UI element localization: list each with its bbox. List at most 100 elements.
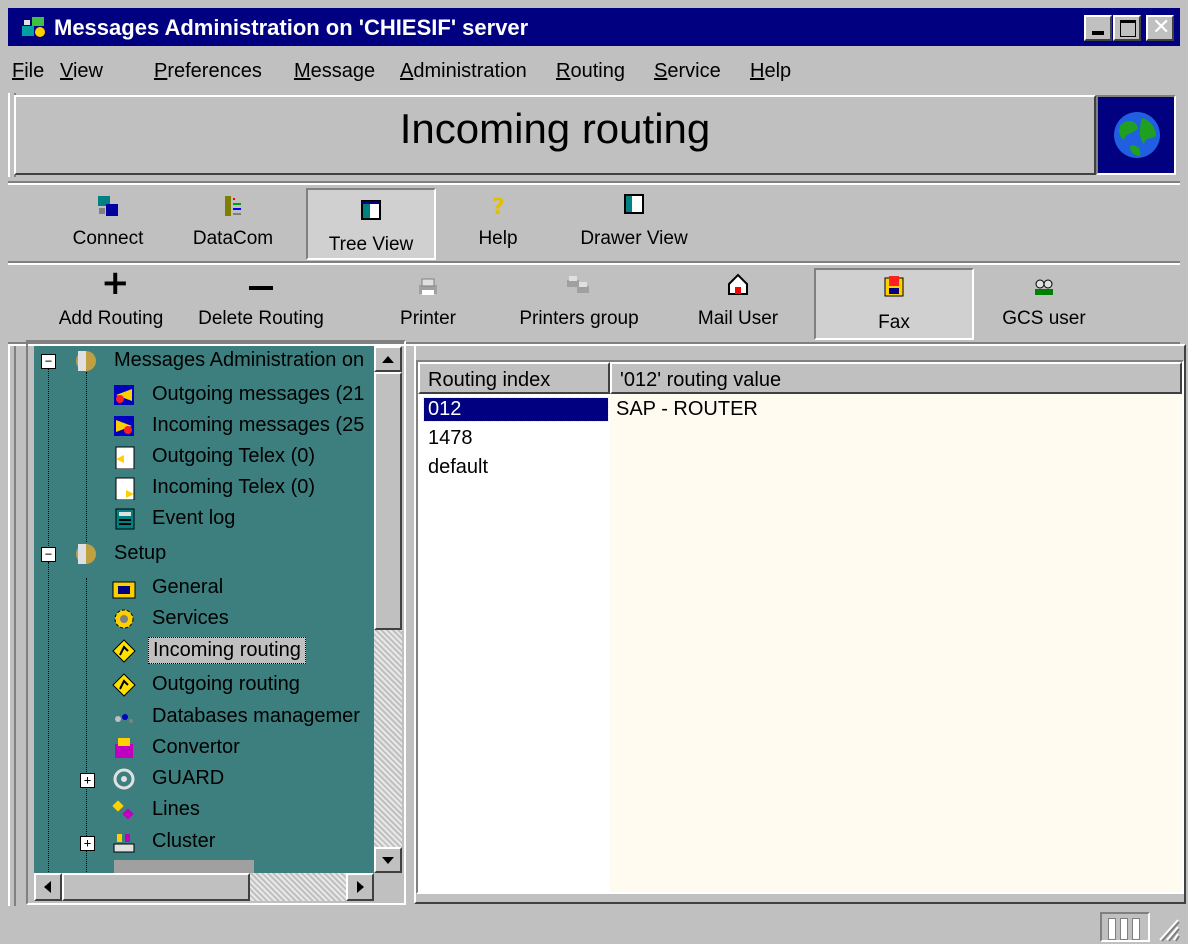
tree-item-incoming-messages[interactable]: Incoming messages (25 [34, 411, 374, 441]
close-button[interactable]: ✕ [1146, 15, 1174, 41]
tree-view-label: Tree View [328, 234, 414, 255]
routing-icon [112, 673, 136, 697]
column-header-routing-index[interactable]: Routing index [418, 362, 610, 394]
table-cell-index[interactable]: default [428, 456, 488, 479]
scroll-thumb[interactable] [374, 372, 402, 630]
tree-horizontal-scrollbar[interactable] [34, 873, 374, 901]
tree-item-convertor[interactable]: Convertor [34, 733, 374, 763]
fax-icon [884, 276, 904, 297]
tree-item-partial [114, 860, 254, 873]
printers-group-button[interactable]: Printers group [504, 266, 654, 338]
status-indicator-bar [1120, 918, 1128, 940]
table-cell-index[interactable]: 012 [423, 397, 609, 422]
menu-file[interactable]: File [12, 60, 44, 83]
tree-item-outgoing-routing[interactable]: Outgoing routing [34, 670, 374, 700]
fax-button[interactable]: Fax [814, 268, 974, 340]
tree-item-label: Convertor [152, 736, 240, 758]
resize-grip-icon[interactable] [1154, 914, 1180, 942]
help-label: Help [478, 228, 518, 249]
tree-item-outgoing-telex[interactable]: Outgoing Telex (0) [34, 442, 374, 472]
tree-view[interactable]: − Messages Administration on Outgoing me… [34, 346, 374, 873]
help-button[interactable]: ? Help [458, 186, 538, 258]
menu-routing[interactable]: Routing [556, 60, 625, 83]
drawer-view-icon [624, 194, 644, 214]
tree-item-label: Outgoing Telex (0) [152, 445, 316, 467]
page-title: Incoming routing [399, 105, 711, 152]
routing-table[interactable]: Routing index '012' routing value 012 SA… [418, 362, 1182, 892]
title-bar[interactable]: Messages Administration on 'CHIESIF' ser… [8, 8, 1180, 46]
header-panel: Incoming routing [14, 95, 1096, 175]
tree-item-messages-administration[interactable]: − Messages Administration on [34, 346, 374, 376]
maximize-button[interactable] [1113, 15, 1141, 41]
tree-item-incoming-telex[interactable]: Incoming Telex (0) [34, 473, 374, 503]
general-icon [112, 581, 136, 599]
minimize-icon [1092, 31, 1104, 35]
menu-bar: File View Preferences Message Administra… [8, 52, 1180, 88]
outgoing-telex-icon [115, 446, 135, 469]
add-routing-button[interactable]: + Add Routing [46, 266, 176, 338]
expand-icon[interactable]: + [80, 836, 95, 851]
connect-button[interactable]: Connect [58, 186, 158, 258]
tree-item-event-log[interactable]: Event log [34, 504, 374, 534]
scroll-thumb[interactable] [62, 873, 250, 901]
tree-item-incoming-routing[interactable]: Incoming routing [34, 636, 374, 666]
expand-icon[interactable]: + [80, 773, 95, 788]
connect-label: Connect [72, 228, 144, 249]
table-row[interactable]: 012 SAP - ROUTER [418, 396, 1182, 422]
separator [8, 181, 1180, 185]
arrow-right-icon [357, 881, 364, 893]
scroll-left-button[interactable] [34, 873, 62, 901]
printers-group-icon [567, 276, 589, 293]
menu-message[interactable]: Message [294, 60, 375, 83]
collapse-icon[interactable]: − [41, 354, 56, 369]
gcs-user-button[interactable]: GCS user [984, 266, 1104, 338]
drawer-view-button[interactable]: Drawer View [564, 186, 704, 258]
gcs-user-icon [1035, 279, 1053, 295]
datacom-button[interactable]: DataCom [178, 186, 288, 258]
column-header-label: '012' routing value [620, 369, 782, 391]
menu-administration[interactable]: Administration [400, 60, 527, 83]
tree-item-label: GUARD [152, 767, 225, 789]
delete-routing-button[interactable]: Delete Routing [186, 266, 336, 338]
printer-icon [419, 278, 437, 295]
tree-item-databases-management[interactable]: Databases managemer [34, 702, 374, 732]
table-cell-index[interactable]: 1478 [428, 427, 473, 450]
menu-service[interactable]: Service [654, 60, 721, 83]
printer-button[interactable]: Printer [380, 266, 476, 338]
delete-routing-label: Delete Routing [198, 308, 324, 329]
table-row[interactable]: 1478 [418, 425, 1182, 451]
tree-item-outgoing-messages[interactable]: Outgoing messages (21 [34, 380, 374, 410]
mail-user-button[interactable]: Mail User [678, 266, 798, 338]
scroll-corner [374, 873, 402, 901]
scroll-up-button[interactable] [374, 346, 402, 372]
column-header-label: Routing index [428, 369, 551, 391]
toolbar-routing: + Add Routing Delete Routing Printer Pri… [8, 266, 1180, 340]
tree-item-services[interactable]: Services [34, 604, 374, 634]
menu-help[interactable]: Help [750, 60, 791, 83]
tree-item-label: Databases managemer [152, 705, 360, 727]
table-cell-value[interactable]: SAP - ROUTER [616, 398, 758, 421]
status-indicator [1100, 912, 1150, 942]
tree-item-general[interactable]: General [34, 573, 374, 603]
tree-vertical-scrollbar[interactable] [374, 346, 402, 873]
table-row[interactable]: default [418, 454, 1182, 480]
fax-label: Fax [878, 312, 910, 333]
menu-view[interactable]: View [60, 60, 103, 83]
tree-view-button[interactable]: Tree View [306, 188, 436, 260]
tree-item-label: Cluster [152, 830, 216, 852]
menu-preferences[interactable]: Preferences [154, 60, 262, 83]
scroll-right-button[interactable] [346, 873, 374, 901]
gcs-user-label: GCS user [1002, 308, 1086, 329]
minimize-button[interactable] [1084, 15, 1112, 41]
tree-item-guard[interactable]: + GUARD [34, 764, 374, 794]
incoming-messages-icon [114, 416, 134, 436]
tree-item-setup[interactable]: − Setup [34, 539, 374, 569]
tree-item-lines[interactable]: Lines [34, 795, 374, 825]
column-header-routing-value[interactable]: '012' routing value [610, 362, 1182, 394]
arrow-down-icon [382, 857, 394, 864]
tree-item-label: Lines [152, 798, 200, 820]
tree-item-label: Incoming Telex (0) [152, 476, 316, 498]
tree-item-cluster[interactable]: + Cluster [34, 827, 374, 857]
scroll-down-button[interactable] [374, 847, 402, 873]
collapse-icon[interactable]: − [41, 547, 56, 562]
